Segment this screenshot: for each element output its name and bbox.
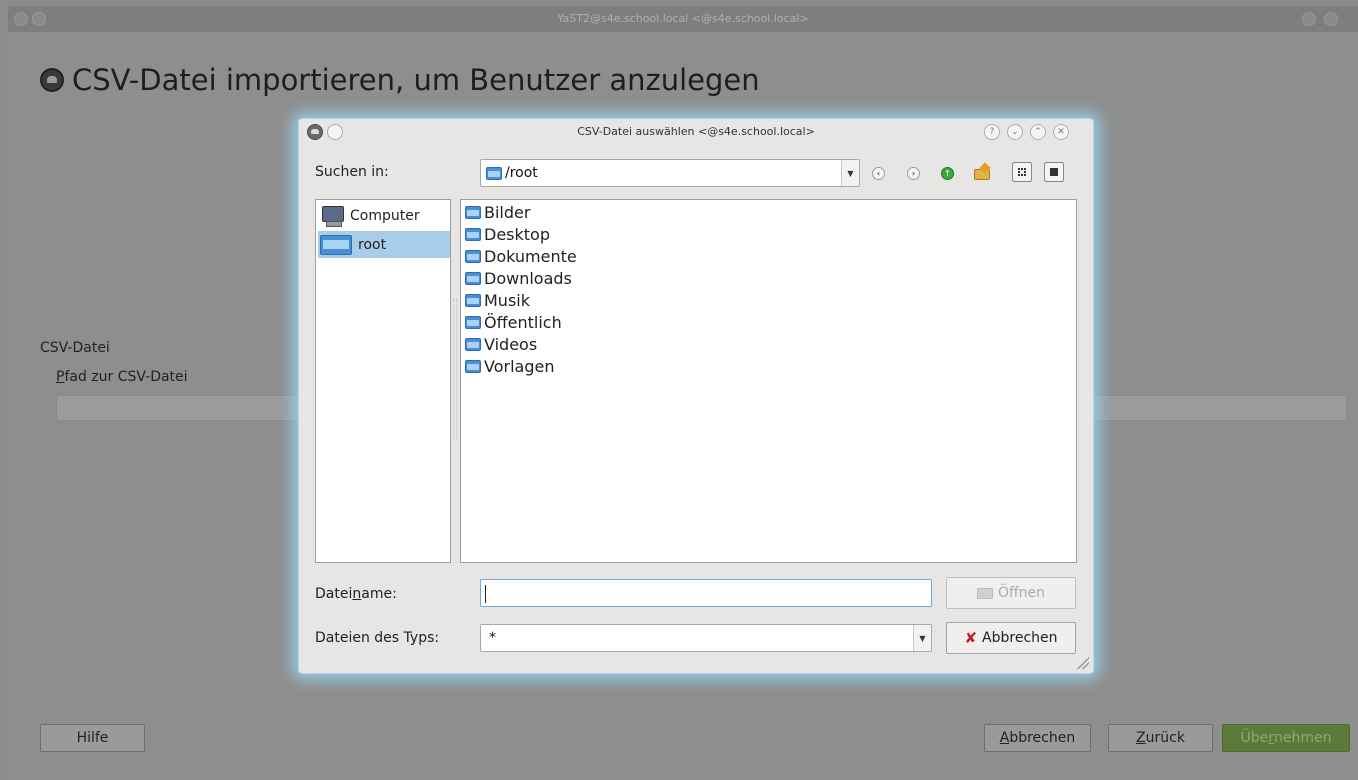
dialog-title: CSV-Datei auswählen <@s4e.school.local> [577, 125, 815, 138]
pin-icon[interactable] [32, 12, 46, 26]
forward-icon[interactable]: › [907, 167, 920, 180]
dropdown-arrow-icon: ▼ [913, 625, 931, 651]
help-button[interactable]: Hilfe [40, 724, 145, 752]
list-item[interactable]: Videos [465, 333, 537, 355]
filetype-combo[interactable]: * ▼ [480, 624, 932, 652]
file-chooser-dialog: CSV-Datei auswählen <@s4e.school.local> … [298, 118, 1094, 674]
list-item[interactable]: Desktop [465, 223, 550, 245]
folder-icon [320, 234, 352, 255]
app-icon [14, 12, 28, 26]
dialog-titlebar: CSV-Datei auswählen <@s4e.school.local> … [299, 119, 1093, 145]
list-item[interactable]: Bilder [465, 201, 530, 223]
main-cancel-button[interactable]: Abbrechen [984, 724, 1091, 752]
list-item[interactable]: Downloads [465, 267, 572, 289]
help-icon[interactable]: ? [984, 124, 1000, 140]
folder-icon [465, 271, 481, 285]
open-icon [976, 587, 993, 599]
folder-icon [465, 293, 481, 307]
maximize-icon[interactable]: ⌃ [1030, 124, 1046, 140]
new-folder-icon[interactable] [973, 162, 993, 182]
file-list: Bilder Desktop Dokumente Downloads Musik… [460, 199, 1077, 563]
dialog-cancel-button[interactable]: ✘ Abbrechen [946, 622, 1076, 654]
filename-input[interactable] [480, 579, 932, 607]
dialog-app-icon [307, 124, 323, 140]
look-in-value: /root [505, 165, 538, 181]
folder-icon [486, 166, 502, 180]
maximize-icon[interactable] [1324, 12, 1338, 26]
minimize-icon[interactable] [1302, 12, 1316, 26]
dialog-toolbar: ‹ › ↑ [870, 162, 1070, 184]
panel-splitter[interactable] [453, 299, 457, 439]
csv-group-label: CSV-Datei [40, 340, 110, 356]
back-icon[interactable]: ‹ [872, 167, 885, 180]
filename-label: Dateiname: [315, 586, 397, 602]
filetype-label: Dateien des Typs: [315, 630, 440, 646]
resize-grip-icon[interactable] [1077, 657, 1089, 669]
main-window-title: YaST2@s4e.school.local <@s4e.school.loca… [557, 12, 809, 25]
minimize-icon[interactable]: ⌄ [1007, 124, 1023, 140]
folder-icon [465, 249, 481, 263]
text-caret [485, 585, 486, 603]
folder-icon [465, 337, 481, 351]
look-in-combo[interactable]: /root ▼ [480, 159, 860, 187]
list-item[interactable]: Musik [465, 289, 530, 311]
folder-icon [465, 315, 481, 329]
list-view-icon[interactable] [1044, 162, 1064, 182]
page-title: CSV-Datei importieren, um Benutzer anzul… [40, 63, 760, 97]
dropdown-arrow-icon: ▼ [841, 160, 859, 186]
parent-folder-icon[interactable]: ↑ [941, 167, 954, 180]
main-window-titlebar: YaST2@s4e.school.local <@s4e.school.loca… [8, 6, 1358, 32]
list-item[interactable]: Dokumente [465, 245, 577, 267]
accept-button[interactable]: Übe r nehmen [1222, 724, 1350, 752]
folder-icon [465, 227, 481, 241]
computer-icon [322, 205, 344, 227]
cancel-icon: ✘ [964, 629, 978, 647]
look-in-label: Suchen in: [315, 164, 389, 180]
places-sidebar: Computer root [315, 199, 451, 563]
place-computer[interactable]: Computer [318, 202, 450, 229]
dialog-pin-icon[interactable] [327, 124, 343, 140]
filetype-value: * [489, 630, 496, 646]
desktop: YaST2@s4e.school.local <@s4e.school.loca… [0, 0, 1358, 780]
place-label: Computer [350, 207, 420, 224]
page-title-text: CSV-Datei importieren, um Benutzer anzul… [72, 63, 760, 97]
open-button[interactable]: Öffnen [946, 577, 1076, 609]
list-item[interactable]: Vorlagen [465, 355, 554, 377]
csv-path-label: Pfad zur CSV-Datei [56, 369, 188, 385]
folder-icon [465, 205, 481, 219]
yast-icon [40, 68, 64, 92]
folder-icon [465, 359, 481, 373]
place-label: root [358, 236, 387, 253]
place-root[interactable]: root [318, 231, 450, 258]
close-icon[interactable]: ✕ [1053, 124, 1069, 140]
detail-view-icon[interactable] [1012, 162, 1032, 182]
back-button[interactable]: Zurück [1108, 724, 1213, 752]
list-item[interactable]: Öffentlich [465, 311, 562, 333]
